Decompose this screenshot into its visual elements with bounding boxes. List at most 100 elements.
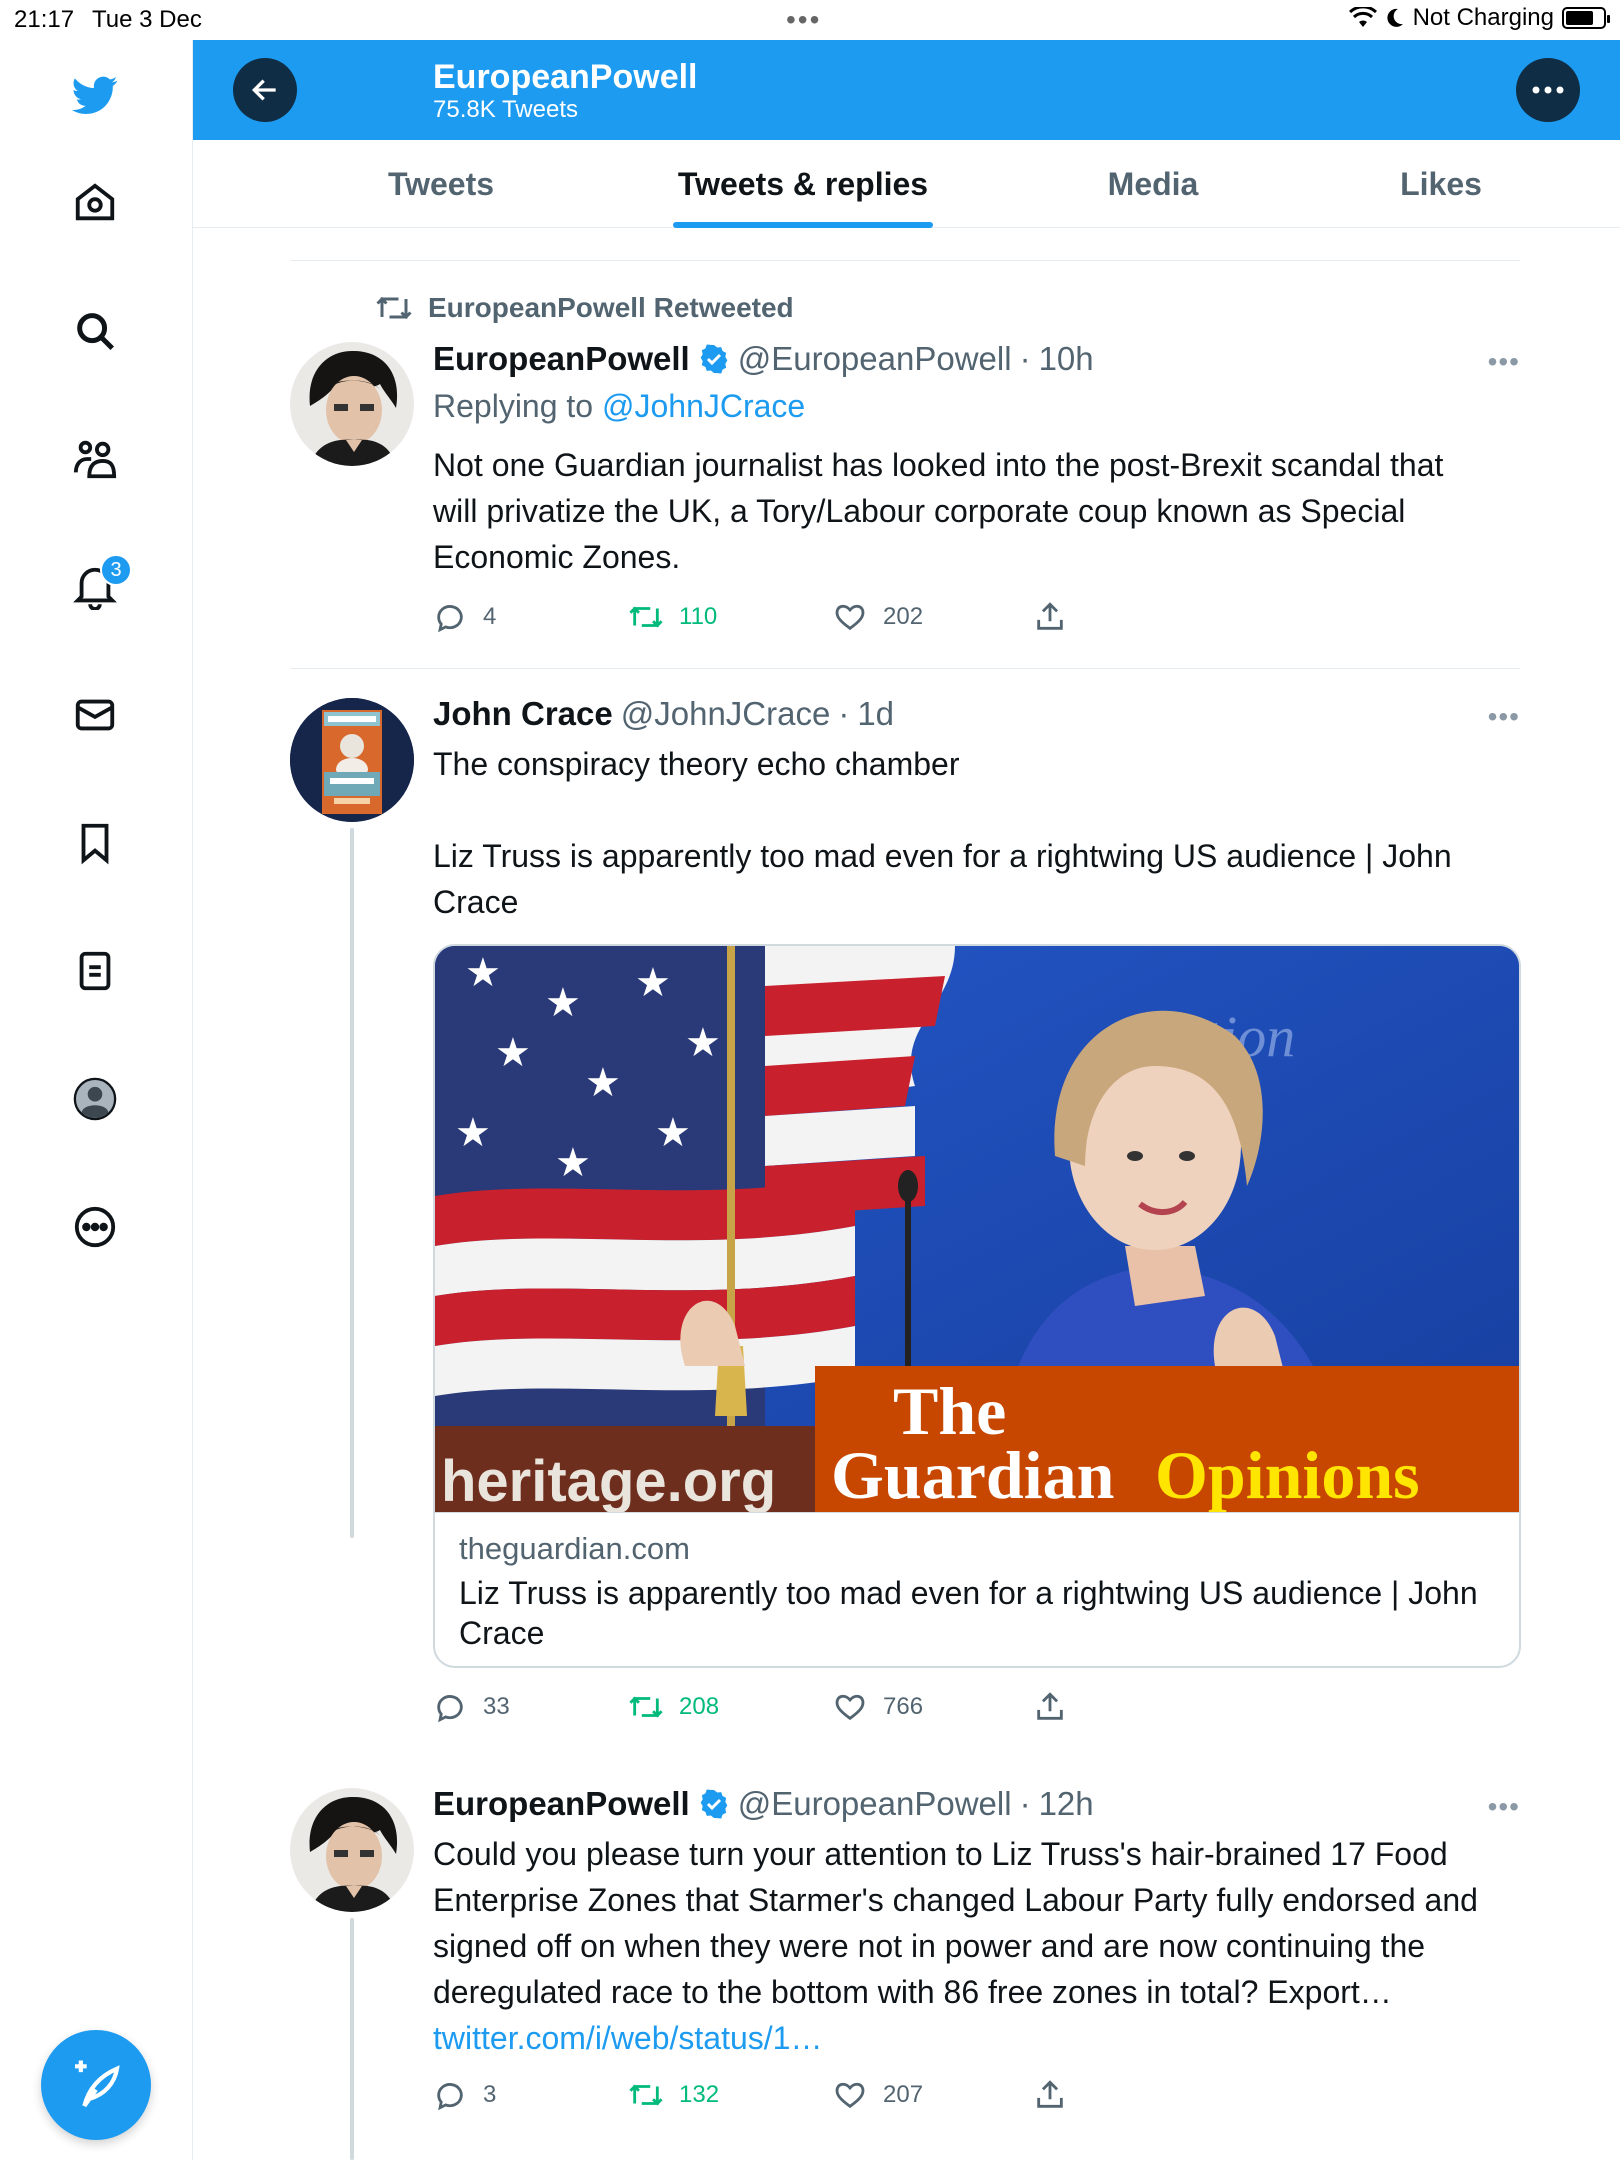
like-count: 202 <box>883 603 924 630</box>
back-button[interactable] <box>233 58 297 122</box>
status-bar: 21:17 Tue 3 Dec ••• Not Charging <box>0 0 1620 40</box>
tweet-1-text: Not one Guardian journalist has looked i… <box>433 447 1444 575</box>
author-name[interactable]: EuropeanPowell <box>433 1785 690 1823</box>
retweet-button[interactable]: 208 <box>629 1690 719 1724</box>
retweet-icon <box>629 1696 663 1718</box>
share-icon <box>1037 2080 1063 2108</box>
profile-tabs: Tweets Tweets & replies Media Likes <box>193 140 1620 228</box>
tweet-options-icon[interactable]: ••• <box>1488 346 1520 378</box>
wifi-icon <box>1348 7 1377 27</box>
more-circle-icon[interactable] <box>68 1200 122 1254</box>
svg-text:★: ★ <box>545 981 581 1025</box>
tweet-3-header: EuropeanPowell @EuropeanPowell · 12h <box>433 1785 1094 1823</box>
reply-button[interactable]: 3 <box>433 2078 496 2112</box>
bell-icon[interactable]: 3 <box>68 554 132 614</box>
image-guardian-opinions: Opinions <box>1155 1437 1420 1512</box>
image-guardian-word: Guardian <box>831 1437 1114 1512</box>
link-card-image: ★ ★ ★ ★ ★ ★ ★ ★ ★ tion heritage.org The … <box>435 946 1519 1512</box>
compose-button[interactable] <box>41 2030 151 2140</box>
header-more-button[interactable] <box>1516 58 1580 122</box>
timeline: EuropeanPowell Retweeted EuropeanPowell … <box>193 228 1620 2160</box>
multitask-dots-icon[interactable]: ••• <box>786 4 821 36</box>
reply-mention-link[interactable]: @JohnJCrace <box>602 388 805 424</box>
reply-count: 4 <box>483 603 497 630</box>
share-button[interactable] <box>1033 2078 1067 2112</box>
mail-icon[interactable] <box>68 688 122 742</box>
svg-text:★: ★ <box>685 1021 721 1065</box>
retweet-button[interactable]: 132 <box>629 2078 719 2112</box>
like-icon <box>835 2082 865 2109</box>
share-icon <box>1037 1692 1063 1720</box>
reply-count: 33 <box>483 1693 510 1720</box>
share-button[interactable] <box>1033 1690 1067 1724</box>
like-button[interactable]: 207 <box>833 2078 923 2112</box>
profile-icon[interactable] <box>68 1072 122 1126</box>
svg-text:★: ★ <box>555 1141 591 1185</box>
tab-likes[interactable]: Likes <box>1341 140 1541 228</box>
reply-icon <box>437 2083 463 2111</box>
reply-button[interactable]: 33 <box>433 1690 510 1724</box>
tab-media[interactable]: Media <box>1053 140 1253 228</box>
home-icon[interactable] <box>68 176 122 230</box>
tweet-options-icon[interactable]: ••• <box>1488 701 1520 733</box>
tab-tweets[interactable]: Tweets <box>341 140 541 228</box>
divider <box>290 260 1520 261</box>
author-handle[interactable]: @EuropeanPowell <box>738 1785 1012 1823</box>
author-name[interactable]: EuropeanPowell <box>433 340 690 378</box>
author-handle[interactable]: @EuropeanPowell <box>738 340 1012 378</box>
tweet-2-text-line1: The conspiracy theory echo chamber <box>433 746 960 782</box>
share-icon <box>1037 602 1063 630</box>
like-button[interactable]: 766 <box>833 1690 923 1724</box>
back-arrow-icon <box>251 79 276 101</box>
tweet-time[interactable]: 12h <box>1039 1785 1094 1823</box>
like-icon <box>835 1694 865 1721</box>
retweet-icon <box>629 2084 663 2106</box>
like-count: 766 <box>883 1693 924 1720</box>
tweet-3-body: Could you please turn your attention to … <box>433 1836 1478 2010</box>
search-icon[interactable] <box>68 304 122 358</box>
left-nav: 3 <box>0 40 193 2160</box>
svg-text:★: ★ <box>635 961 671 1005</box>
tweet-3-actions: 3 132 207 <box>433 2078 1133 2118</box>
share-button[interactable] <box>1033 600 1067 634</box>
thread-connector <box>350 1918 354 2160</box>
status-time: 21:17 <box>14 6 75 33</box>
tweet-1-actions: 4 110 202 <box>433 600 1133 640</box>
retweet-count: 208 <box>679 1693 720 1720</box>
charging-status: Not Charging <box>1412 4 1554 31</box>
author-handle[interactable]: @JohnJCrace <box>621 695 831 733</box>
separator-dot: · <box>1019 1785 1031 1822</box>
verified-icon <box>698 1788 730 1820</box>
svg-text:★: ★ <box>655 1111 691 1155</box>
tab-tweets-replies[interactable]: Tweets & replies <box>673 140 933 228</box>
notification-badge: 3 <box>100 554 132 586</box>
retweet-icon <box>629 606 663 628</box>
lists-icon[interactable] <box>68 944 122 998</box>
tweet-options-icon[interactable]: ••• <box>1488 1791 1520 1823</box>
avatar-europeanpowell[interactable] <box>290 342 414 466</box>
bookmark-icon[interactable] <box>68 816 122 870</box>
retweeted-by-label: EuropeanPowell Retweeted <box>428 292 794 323</box>
retweet-context: EuropeanPowell Retweeted <box>376 292 794 324</box>
reply-button[interactable]: 4 <box>433 600 496 634</box>
separator-dot: · <box>1019 340 1031 377</box>
communities-icon[interactable] <box>68 432 122 486</box>
status-date: Tue 3 Dec <box>92 6 202 33</box>
profile-header: EuropeanPowell 75.8K Tweets <box>193 40 1620 140</box>
svg-text:★: ★ <box>465 951 501 995</box>
tweet-3-link[interactable]: twitter.com/i/web/status/1… <box>433 2020 822 2056</box>
twitter-logo-icon[interactable] <box>68 68 122 122</box>
tweet-time[interactable]: 1d <box>857 695 894 733</box>
author-name[interactable]: John Crace <box>433 695 613 733</box>
reply-icon <box>437 1695 463 1723</box>
like-button[interactable]: 202 <box>833 600 923 634</box>
replying-prefix: Replying to <box>433 388 594 424</box>
retweet-button[interactable]: 110 <box>629 600 717 634</box>
avatar-europeanpowell[interactable] <box>290 1788 414 1912</box>
avatar-johnjcrace[interactable] <box>290 698 414 822</box>
link-card[interactable]: ★ ★ ★ ★ ★ ★ ★ ★ ★ tion heritage.org The … <box>433 944 1521 1668</box>
tweet-time[interactable]: 10h <box>1039 340 1094 378</box>
battery-icon <box>1562 7 1610 29</box>
link-card-title: Liz Truss is apparently too mad even for… <box>459 1575 1478 1651</box>
verified-icon <box>698 343 730 375</box>
